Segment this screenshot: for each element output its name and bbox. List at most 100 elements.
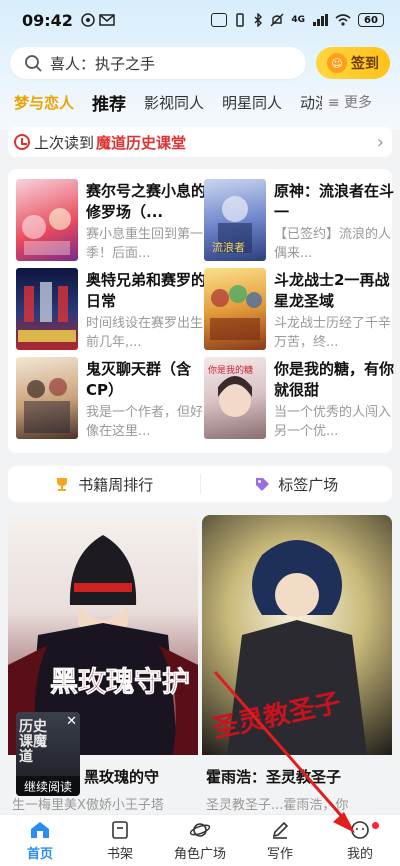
cover-art-icon <box>22 208 71 255</box>
featured-book[interactable]: 圣灵教圣子 霍雨浩：圣灵教圣子 圣灵教圣子...霍雨浩，你 <box>202 515 392 815</box>
app-notification-icon <box>81 13 95 27</box>
nav-mine-label: 我的 <box>346 846 373 862</box>
nav-write-label: 写作 <box>266 846 293 862</box>
featured-cover-title: 黑玫瑰守护 <box>50 665 190 698</box>
nav-character-plaza-label: 角色广场 <box>173 846 226 862</box>
tab-celebrity-fanfic[interactable]: 明星同人 <box>222 92 282 113</box>
wifi-icon <box>335 14 351 26</box>
mute-icon <box>270 13 284 27</box>
book-item[interactable]: 奥特兄弟和赛罗的日常 时间线设在赛罗出生前几年,... <box>16 268 206 352</box>
nav-mine[interactable]: 我的 <box>320 815 400 866</box>
category-tabs: 梦与恋人 推荐 影视同人 明星同人 动漫 ≡ 更多 <box>0 88 400 116</box>
sign-in-button[interactable]: ☺ 签到 <box>316 47 390 79</box>
cover-art-icon <box>210 285 262 340</box>
featured-desc: 圣灵教圣子...霍雨浩，你 <box>206 798 349 813</box>
search-input[interactable]: 喜人：执子之手 <box>10 47 306 79</box>
book-item[interactable]: 斗龙战士2一再战星龙圣域 斗龙战士历经了千辛万苦，终... <box>204 268 394 352</box>
tag-plaza-label: 标签广场 <box>278 475 339 494</box>
tag-plaza-button[interactable]: 标签广场 <box>201 466 393 502</box>
featured-cover-art: 圣灵教圣子 <box>210 540 367 755</box>
svg-text:流浪者: 流浪者 <box>212 240 245 254</box>
sign-in-label: 签到 <box>351 56 379 72</box>
search-placeholder: 喜人：执子之手 <box>50 54 156 73</box>
book-title: 赛尔号之赛小息的修罗场（... <box>86 182 206 221</box>
status-icons <box>81 13 115 27</box>
book-title: 原神：流浪者在斗一 <box>274 182 394 221</box>
nav-bookshelf-label: 书架 <box>106 846 133 862</box>
continue-reading-label: 继续阅读 <box>16 776 80 796</box>
nav-bookshelf[interactable]: 书架 <box>80 815 160 866</box>
coin-icon: ☺ <box>327 53 347 73</box>
status-bar: 09:42 4G 60 <box>0 0 400 40</box>
trophy-icon <box>57 478 68 491</box>
more-tabs-button[interactable]: ≡ 更多 <box>321 92 372 112</box>
book-cover <box>16 268 78 350</box>
battery-icon: 60 <box>358 13 384 27</box>
nav-write[interactable]: 写作 <box>240 815 320 866</box>
book-cover: 流浪者 <box>204 179 266 261</box>
featured-cover: 圣灵教圣子 <box>202 515 392 755</box>
nav-home-label: 首页 <box>26 846 53 862</box>
book-desc: 时间线设在赛罗出生前几年,... <box>86 316 204 350</box>
vibrate-icon <box>236 13 245 27</box>
signal-icon <box>313 14 328 26</box>
svg-text:你是我的糖: 你是我的糖 <box>208 364 253 376</box>
nfc-icon <box>211 13 228 27</box>
book-title: 奥特兄弟和赛罗的日常 <box>86 271 206 310</box>
chevron-right-icon: › <box>376 131 384 153</box>
weekly-rank-label: 书籍周排行 <box>78 475 154 494</box>
network-label: 4G <box>291 15 305 25</box>
mail-icon <box>99 14 115 26</box>
bottom-nav: 首页 书架 角色广场 写作 我的 <box>0 814 400 866</box>
continue-reading-title: 历史课魔道 <box>19 719 47 765</box>
tag-icon <box>256 478 270 491</box>
bookshelf-icon <box>112 820 128 839</box>
clock: 09:42 <box>22 10 73 30</box>
last-read-book: 魔道历史课堂 <box>96 133 187 152</box>
search-icon <box>25 55 42 72</box>
nav-home[interactable]: 首页 <box>0 815 80 866</box>
featured-desc: 生一梅里美X傲娇小王子塔 <box>12 798 164 813</box>
planet-icon <box>189 822 211 837</box>
book-title: 鬼灭聊天群（含CP） <box>86 360 192 399</box>
search-row: 喜人：执子之手 ☺ 签到 <box>10 46 390 80</box>
last-read-bar[interactable]: 上次读到 魔道历史课堂 › <box>8 127 392 157</box>
book-item[interactable]: 鬼灭聊天群（含CP） 我是一个作者，但好像在这里... <box>16 357 206 441</box>
status-right: 4G 60 <box>211 13 384 27</box>
clock-icon <box>14 134 30 150</box>
book-desc: 我是一个作者，但好像在这里... <box>86 405 204 439</box>
rank-tag-row: 书籍周排行 标签广场 <box>8 466 392 502</box>
book-cover <box>204 268 266 350</box>
book-title: 你是我的糖，有你就很甜 <box>274 360 394 399</box>
book-title: 斗龙战士2一再战星龙圣域 <box>274 271 390 310</box>
book-desc: 【已签约】流浪的人偶来... <box>274 227 392 261</box>
cover-art-icon: 你是我的糖 <box>208 364 253 417</box>
home-icon <box>31 821 49 838</box>
last-read-label: 上次读到 <box>34 133 95 152</box>
cover-art-icon <box>18 282 76 342</box>
bluetooth-icon <box>254 13 263 27</box>
book-item[interactable]: 流浪者 原神：流浪者在斗一 【已签约】流浪的人偶来... <box>204 179 394 263</box>
recommend-grid: 赛尔号之赛小息的修罗场（... 赛小息重生回到第一季！后面... 流浪者 原神：… <box>8 169 394 453</box>
nav-character-plaza[interactable]: 角色广场 <box>160 815 240 866</box>
cover-art-icon <box>24 378 70 433</box>
featured-title: 黑玫瑰的守 <box>84 768 160 786</box>
weekly-rank-button[interactable]: 书籍周排行 <box>8 466 200 502</box>
book-cover: 你是我的糖 <box>204 357 266 439</box>
pen-icon <box>272 821 289 839</box>
tab-dream-lover[interactable]: 梦与恋人 <box>14 92 74 113</box>
notification-dot <box>372 822 379 829</box>
book-item[interactable]: 你是我的糖 你是我的糖，有你就很甜 当一个优秀的人闯入另一个优... <box>204 357 394 441</box>
featured-title: 霍雨浩：圣灵教圣子 <box>206 768 342 786</box>
continue-reading-widget[interactable]: 历史课魔道 ✕ 继续阅读 <box>16 712 80 796</box>
book-desc: 当一个优秀的人闯入另一个优... <box>274 405 392 439</box>
book-cover <box>16 357 78 439</box>
book-desc: 赛小息重生回到第一季！后面... <box>86 227 204 261</box>
tab-recommend[interactable]: 推荐 <box>92 90 126 115</box>
tab-film-fanfic[interactable]: 影视同人 <box>144 92 204 113</box>
book-cover <box>16 179 78 261</box>
close-icon[interactable]: ✕ <box>66 714 77 729</box>
profile-icon <box>351 820 369 839</box>
book-item[interactable]: 赛尔号之赛小息的修罗场（... 赛小息重生回到第一季！后面... <box>16 179 206 263</box>
cover-art-icon: 流浪者 <box>212 196 252 254</box>
